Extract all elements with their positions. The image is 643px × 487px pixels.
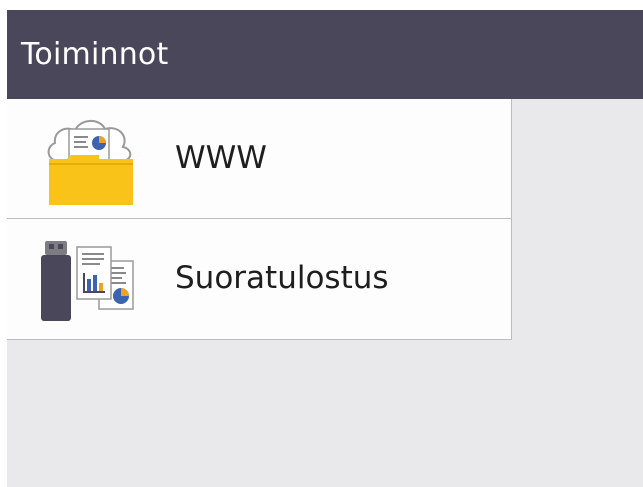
menu-item-label: WWW (175, 140, 267, 176)
function-screen: Toiminnot WWW Suoratulostus (7, 10, 643, 487)
usb-print-icon (41, 241, 134, 321)
menu-item-www[interactable]: WWW (7, 99, 511, 219)
title-bar: Toiminnot (7, 10, 643, 99)
page-title: Toiminnot (21, 37, 169, 72)
cloud-folder-icon (47, 120, 133, 205)
menu-item-label: Suoratulostus (175, 260, 389, 296)
function-menu-list: WWW Suoratulostus (7, 99, 512, 340)
menu-item-direct-print[interactable]: Suoratulostus (7, 219, 511, 338)
